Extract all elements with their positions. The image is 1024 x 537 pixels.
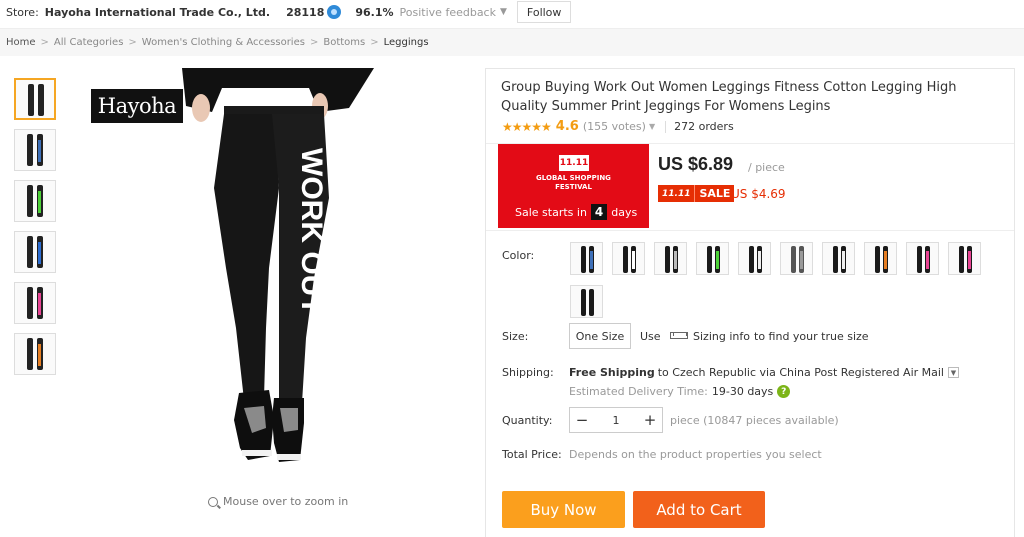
thumbnail-list (14, 78, 58, 384)
product-thumbnail[interactable] (14, 282, 56, 324)
breadcrumb-item-bottoms[interactable]: Bottoms (323, 37, 365, 48)
shipping-method: Free Shipping to Czech Republic via Chin… (569, 366, 959, 379)
quantity-increase-button[interactable]: + (638, 411, 662, 429)
leggings-illustration: WORK OUT (182, 68, 374, 462)
product-thumbnail[interactable] (14, 180, 56, 222)
zoom-hint: Mouse over to zoom in (208, 495, 348, 508)
quantity-input[interactable]: 1 (594, 414, 638, 427)
color-swatch[interactable] (696, 242, 729, 275)
svg-text:WORK OUT: WORK OUT (295, 148, 328, 315)
orders-count: 272 orders (674, 120, 734, 133)
store-label: Store: (6, 5, 39, 19)
color-swatch[interactable] (654, 242, 687, 275)
chevron-down-icon[interactable]: ▼ (649, 122, 655, 131)
product-price: US $6.89 (658, 154, 734, 174)
sale-days-number: 4 (590, 204, 608, 220)
size-tail-text: to find your true size (754, 330, 869, 343)
color-swatch[interactable] (822, 242, 855, 275)
brand-logo: Hayoha (91, 89, 183, 123)
store-score: 28118 (286, 5, 325, 19)
search-icon (208, 496, 218, 507)
chevron-down-icon[interactable]: ▼ (948, 367, 959, 378)
color-swatch[interactable] (738, 242, 771, 275)
shipping-label: Shipping: (502, 366, 554, 379)
free-shipping-text: Free Shipping (569, 366, 655, 379)
color-swatch[interactable] (864, 242, 897, 275)
breadcrumb-item-leggings[interactable]: Leggings (384, 37, 429, 48)
size-label: Size: (502, 330, 529, 343)
sale-days-label: days (611, 205, 638, 219)
festival-line-2: FESTIVAL (555, 183, 592, 191)
sale-badge: 11.11 SALE (658, 185, 735, 202)
quantity-available: piece (10847 pieces available) (670, 414, 839, 427)
breadcrumb-item-womens-clothing[interactable]: Women's Clothing & Accessories (142, 37, 305, 48)
delivery-days: 19-30 days (711, 385, 774, 398)
breadcrumb-separator: > (370, 37, 379, 48)
sale-prefix: Sale starts in (515, 205, 587, 219)
festival-promo-banner[interactable]: 11.11 GLOBAL SHOPPING FESTIVAL Sale star… (498, 144, 649, 228)
breadcrumb-separator: > (40, 37, 49, 48)
quantity-stepper: − 1 + (569, 407, 663, 433)
store-medal-icon (327, 5, 342, 19)
color-options (570, 242, 990, 318)
breadcrumb-separator: > (128, 37, 137, 48)
product-thumbnail[interactable] (14, 78, 56, 120)
breadcrumb-item-all-categories[interactable]: All Categories (54, 37, 123, 48)
add-to-cart-button[interactable]: Add to Cart (633, 491, 765, 528)
sale-price: US $4.69 (731, 187, 786, 201)
color-swatch[interactable] (780, 242, 813, 275)
rating-row: ★★★★★ 4.6 (155 votes) ▼ 272 orders (502, 119, 734, 134)
positive-feedback-label[interactable]: Positive feedback (400, 6, 496, 19)
sale-badge-label: SALE (694, 185, 735, 202)
sale-countdown: Sale starts in 4 days (515, 204, 637, 220)
size-use-text: Use (640, 330, 661, 343)
quantity-label: Quantity: (502, 414, 553, 427)
help-icon[interactable]: ? (777, 385, 791, 398)
rating-value: 4.6 (555, 119, 579, 134)
product-title: Group Buying Work Out Women Leggings Fit… (501, 80, 957, 114)
main-product-image[interactable]: WORK OUT Hayoha (74, 68, 484, 488)
color-swatch[interactable] (570, 242, 603, 275)
store-name[interactable]: Hayoha International Trade Co., Ltd. (45, 6, 270, 19)
star-rating-icon: ★★★★★ (502, 119, 552, 134)
sale-badge-1111: 11.11 (658, 185, 695, 202)
product-thumbnail[interactable] (14, 231, 56, 273)
festival-line-1: GLOBAL SHOPPING (536, 174, 611, 182)
product-thumbnail[interactable] (14, 129, 56, 171)
color-swatch[interactable] (570, 285, 603, 318)
total-price-value: Depends on the product properties you se… (569, 448, 822, 461)
price-unit: / piece (748, 161, 785, 174)
quantity-decrease-button[interactable]: − (570, 411, 594, 429)
breadcrumb: Home > All Categories > Women's Clothing… (0, 28, 1024, 56)
color-swatch[interactable] (612, 242, 645, 275)
ruler-icon (670, 332, 688, 339)
delivery-estimate: Estimated Delivery Time: 19-30 days ? (569, 385, 791, 398)
store-bar: Store: Hayoha International Trade Co., L… (0, 0, 1024, 24)
color-label: Color: (502, 249, 535, 262)
total-price-label: Total Price: (502, 448, 562, 461)
color-swatch[interactable] (948, 242, 981, 275)
zoom-hint-text: Mouse over to zoom in (223, 495, 349, 508)
breadcrumb-item-home[interactable]: Home (6, 37, 36, 48)
color-swatch[interactable] (906, 242, 939, 275)
positive-feedback-percent: 96.1% (355, 5, 394, 19)
size-option-one-size[interactable]: One Size (569, 323, 631, 349)
breadcrumb-separator: > (309, 37, 319, 48)
festival-logo: 11.11 (559, 155, 589, 171)
sizing-info-link[interactable]: Sizing info (693, 330, 750, 343)
votes-count[interactable]: (155 votes) (583, 120, 646, 133)
festival-title: GLOBAL SHOPPING FESTIVAL (498, 174, 649, 192)
delivery-label: Estimated Delivery Time: (569, 385, 708, 398)
follow-button[interactable]: Follow (516, 1, 572, 23)
buy-now-button[interactable]: Buy Now (502, 491, 625, 528)
product-thumbnail[interactable] (14, 333, 56, 375)
chevron-down-icon[interactable]: ▼ (500, 7, 507, 17)
divider (665, 120, 667, 133)
shipping-destination: to Czech Republic via China Post Registe… (657, 366, 944, 379)
